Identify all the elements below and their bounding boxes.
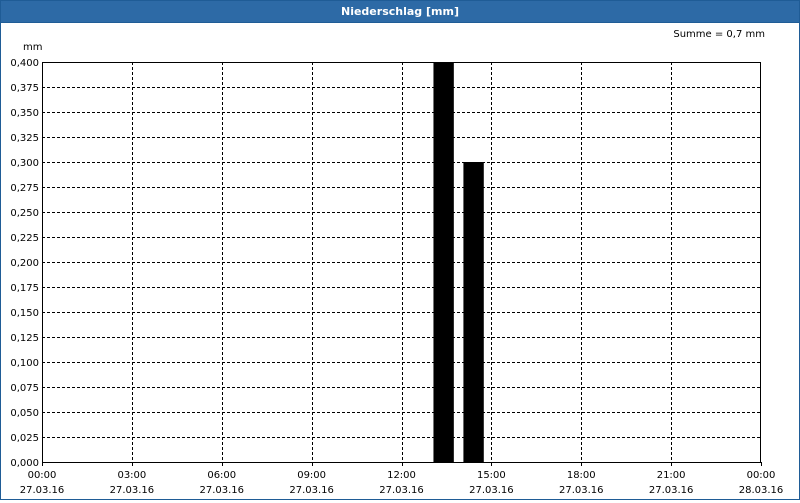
x-tick-time-label: 15:00 — [477, 470, 506, 481]
chart-window: Niederschlag [mm] Summe = 0,7 mm mm 0,00… — [0, 0, 800, 500]
y-tick-label: 0,350 — [10, 108, 39, 119]
chart-area: Summe = 0,7 mm mm 0,000 0,025 0,050 0,075 0,… — [1, 23, 799, 499]
y-tick-label: 0,275 — [10, 183, 39, 194]
y-tick-label: 0,100 — [10, 358, 39, 369]
y-tick-label: 0,250 — [10, 208, 39, 219]
x-tick-date-label: 27.03.16 — [289, 485, 334, 496]
precipitation-bar — [433, 62, 454, 462]
x-tick-date-label: 27.03.16 — [199, 485, 244, 496]
x-tick-time-label: 21:00 — [657, 470, 686, 481]
x-tick-date-label: 27.03.16 — [20, 485, 65, 496]
y-tick-label: 0,300 — [10, 158, 39, 169]
y-tick-label: 0,400 — [10, 58, 39, 69]
x-tick-date-label: 27.03.16 — [649, 485, 694, 496]
precipitation-chart: Summe = 0,7 mm mm 0,0000,0250,0500,0750,… — [10, 29, 784, 496]
x-tick-date-label: 27.03.16 — [379, 485, 424, 496]
x-tick-date-label: 28.03.16 — [739, 485, 784, 496]
x-tick-date-label: 27.03.16 — [559, 485, 604, 496]
y-tick-labels: 0,000 0,025 0,050 0,075 0,100 0,125 0,150 0,175… — [10, 58, 39, 469]
y-axis-unit-label: mm — [23, 42, 42, 53]
y-tick-label: 0,375 — [10, 83, 39, 94]
x-tick-time-label: 09:00 — [297, 470, 326, 481]
x-tick-labels: 00:00 27.03.16 03:00 27.03.16 06:00 27.03.16 0… — [20, 470, 784, 496]
x-tick-time-label: 12:00 — [387, 470, 416, 481]
y-tick-label: 0,050 — [10, 408, 39, 419]
x-tick-time-label: 00:00 — [28, 470, 57, 481]
y-tick-label: 0,200 — [10, 258, 39, 269]
y-tick-label: 0,150 — [10, 308, 39, 319]
y-tick-label: 0,025 — [10, 433, 39, 444]
grid-lines — [42, 62, 761, 462]
sum-label: Summe = 0,7 mm — [673, 29, 765, 40]
x-tick-time-label: 06:00 — [207, 470, 236, 481]
x-tick-time-label: 18:00 — [567, 470, 596, 481]
y-tick-label: 0,225 — [10, 233, 39, 244]
y-tick-label: 0,325 — [10, 133, 39, 144]
x-tick-date-label: 27.03.16 — [110, 485, 155, 496]
y-tick-label: 0,000 — [10, 458, 39, 469]
precipitation-bar — [463, 162, 484, 462]
y-tick-label: 0,175 — [10, 283, 39, 294]
x-tick-date-label: 27.03.16 — [469, 485, 514, 496]
window-title: Niederschlag [mm] — [1, 1, 799, 23]
x-tick-time-label: 00:00 — [747, 470, 776, 481]
y-tick-label: 0,075 — [10, 383, 39, 394]
y-tick-label: 0,125 — [10, 333, 39, 344]
x-tick-time-label: 03:00 — [117, 470, 146, 481]
